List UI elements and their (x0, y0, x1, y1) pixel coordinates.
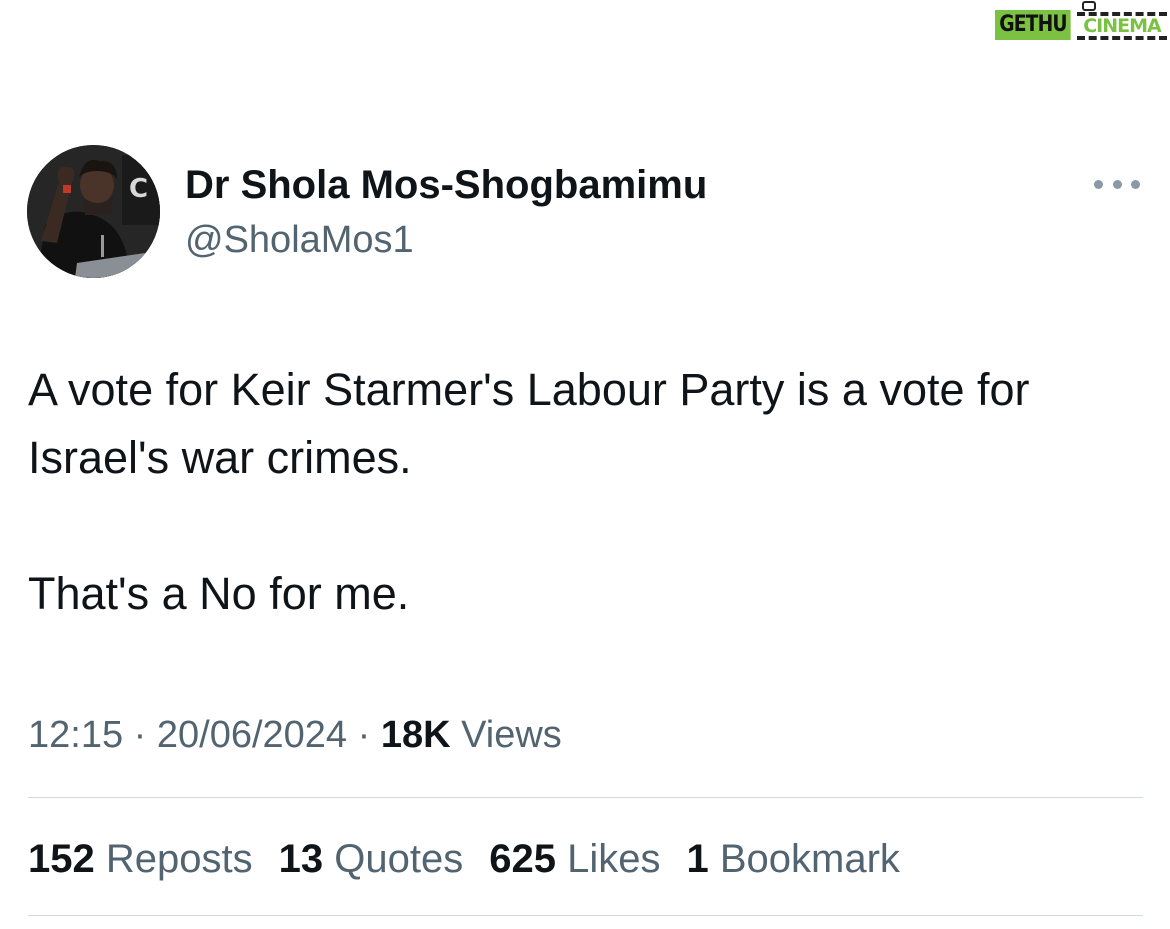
watermark-logo: GETHU CINEMA (993, 1, 1168, 46)
views-count: 18K (380, 714, 451, 756)
tweet-time[interactable]: 12:15 (28, 714, 123, 756)
author-display-name[interactable]: Dr Shola Mos-Shogbamimu (185, 160, 707, 210)
bookmarks-count: 1 (686, 837, 709, 881)
quotes-count: 13 (278, 837, 324, 881)
svg-text:C: C (129, 174, 148, 204)
reposts-label: Reposts (105, 837, 253, 881)
likes-count: 625 (489, 837, 556, 881)
avatar[interactable]: C (27, 145, 160, 278)
divider (28, 915, 1143, 916)
bookmarks-stat[interactable]: 1 Bookmark (686, 833, 899, 885)
tweet-date[interactable]: 20/06/2024 (157, 714, 347, 756)
quotes-stat[interactable]: 13 Quotes (279, 833, 464, 885)
likes-label: Likes (567, 837, 661, 881)
reposts-stat[interactable]: 152 Reposts (28, 833, 253, 885)
reposts-count: 152 (28, 837, 95, 881)
tweet-text: A vote for Keir Starmer's Labour Party i… (28, 356, 1138, 628)
engagement-stats: 152 Reposts 13 Quotes 625 Likes 1 Bookma… (28, 833, 900, 885)
quotes-label: Quotes (334, 837, 464, 881)
meta-separator: · (133, 714, 147, 756)
more-horizontal-icon (1094, 179, 1103, 189)
more-horizontal-icon-dot (1131, 179, 1140, 189)
author-handle[interactable]: @SholaMos1 (185, 215, 414, 265)
tweet-paragraph: That's a No for me. (28, 568, 410, 619)
more-options-button[interactable] (1090, 168, 1144, 200)
tweet-paragraph: A vote for Keir Starmer's Labour Party i… (28, 364, 1030, 483)
watermark-text-cinema: CINEMA (1077, 12, 1167, 40)
bookmarks-label: Bookmark (719, 837, 900, 881)
tweet-meta: 12:15 · 20/06/2024 · 18K Views (28, 710, 562, 760)
camera-icon (1082, 1, 1096, 11)
watermark-text-gethu: GETHU (995, 10, 1071, 40)
likes-stat[interactable]: 625 Likes (489, 833, 660, 885)
more-horizontal-icon-dot (1112, 179, 1122, 189)
avatar-image: C (27, 145, 160, 278)
divider (28, 797, 1143, 798)
views-label: Views (461, 714, 562, 756)
meta-separator: · (357, 714, 371, 756)
